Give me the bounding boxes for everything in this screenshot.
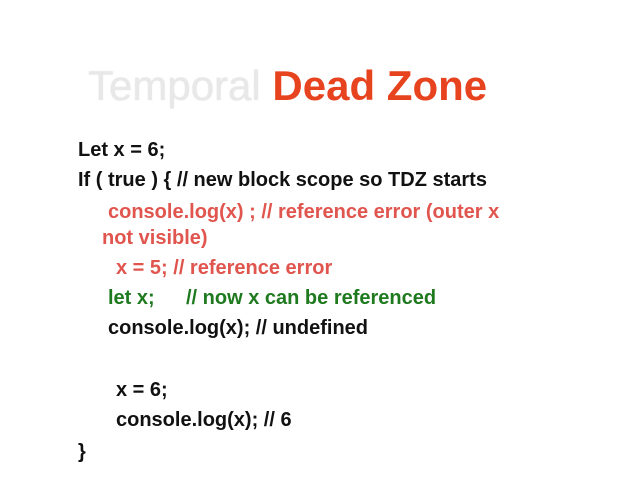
code-line-7: x = 6;	[116, 379, 168, 401]
code-line-6: console.log(x); // undefined	[108, 317, 368, 339]
code-line-3a: console.log(x) ; // reference error (out…	[108, 201, 500, 223]
code-line-3b: not visible)	[102, 227, 208, 249]
code-line-2: If ( true ) { // new block scope so TDZ …	[78, 169, 487, 191]
code-line-5b: // now x can be referenced	[186, 287, 437, 309]
code-line-9: }	[78, 441, 86, 463]
code-line-1: Let x = 6;	[78, 139, 166, 161]
title-part-dead-zone: Dead Zone	[272, 62, 488, 109]
code-line-5a: let x;	[108, 287, 155, 309]
slide: Temporal Dead Zone Let x = 6; If ( true …	[0, 0, 638, 479]
title-part-temporal: Temporal	[88, 62, 261, 109]
code-line-4: x = 5; // reference error	[116, 257, 333, 279]
slide-title: Temporal Dead Zone	[88, 62, 487, 110]
code-line-8: console.log(x); // 6	[116, 409, 292, 431]
